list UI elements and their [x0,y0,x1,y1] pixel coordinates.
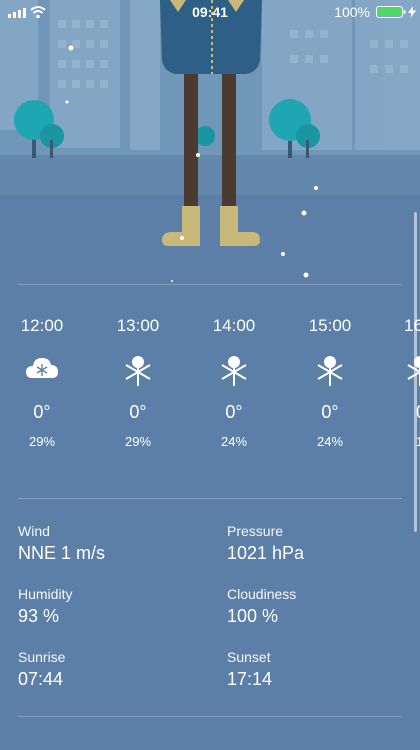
detail-label: Sunset [227,649,271,665]
detail-wind: Wind NNE 1 m/s [18,523,198,564]
hourly-item[interactable]: 15:00 0° 24% [282,300,378,449]
weather-illustration [0,0,420,285]
hour-temperature: 0° [129,402,147,422]
detail-sunrise: Sunrise 07:44 [18,649,198,690]
hourly-forecast[interactable]: 12:00 0° 29% 13:00 0° 29% 14:00 0° 24% 1… [0,300,420,490]
hourly-item[interactable]: 13:00 0° 29% [90,300,186,449]
detail-label: Humidity [18,586,73,602]
snowflake-icon [407,356,420,386]
battery-percentage: 100% [334,4,370,20]
hour-time: 13:00 [116,316,160,335]
detail-value: 1021 hPa [227,543,305,563]
hour-temperature: 0° [225,402,243,422]
hour-temperature: 0° [33,402,51,422]
detail-label: Cloudiness [227,586,297,602]
detail-value: 07:44 [18,669,64,689]
hour-precipitation: 24% [220,434,248,449]
section-divider [18,498,402,499]
hour-precipitation: 29% [124,434,152,449]
hour-precipitation: 24% [316,434,344,449]
hour-time: 16 [404,316,420,335]
detail-label: Pressure [227,523,284,539]
charging-bolt-icon [408,6,416,18]
hourly-item[interactable]: 12:00 0° 29% [0,300,90,449]
cloud-snow-icon [26,358,58,378]
snowflake-icon [125,356,151,386]
status-bar: 09:41 100% [0,0,420,24]
detail-humidity: Humidity 93 % [18,586,198,627]
battery-icon [376,6,406,18]
section-divider [18,284,402,285]
detail-label: Wind [18,523,50,539]
detail-pressure: Pressure 1021 hPa [227,523,407,564]
detail-value: 100 % [227,606,279,626]
snowflake-icon [221,356,247,386]
hour-precipitation: 1 [416,434,420,449]
hour-time: 15:00 [308,316,352,335]
section-divider [18,716,402,717]
detail-cloudiness: Cloudiness 100 % [227,586,407,627]
hourly-item[interactable]: 14:00 0° 24% [186,300,282,449]
hourly-item[interactable]: 16 0 1 [366,300,420,449]
hour-time: 12:00 [20,316,64,335]
detail-sunset: Sunset 17:14 [227,649,407,690]
snowflake-icon [317,356,343,386]
hour-temperature: 0° [321,402,339,422]
hour-temperature: 0 [366,402,420,426]
hour-time: 14:00 [212,316,256,335]
hour-precipitation: 29% [28,434,56,449]
detail-label: Sunrise [18,649,66,665]
detail-value: 93 % [18,606,60,626]
detail-value: NNE 1 m/s [18,543,106,563]
detail-value: 17:14 [227,669,273,689]
